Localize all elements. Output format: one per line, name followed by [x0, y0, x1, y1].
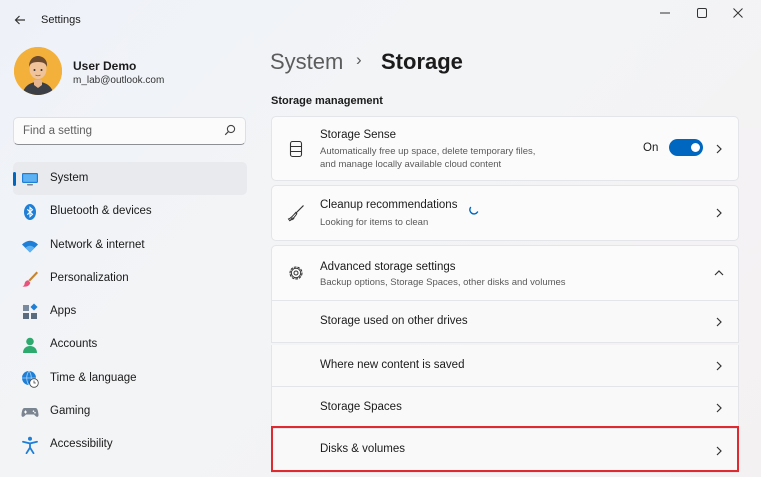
- search-input[interactable]: Find a setting: [23, 125, 92, 137]
- storage-spaces-item[interactable]: Storage Spaces: [271, 387, 739, 429]
- system-icon: [22, 173, 38, 186]
- sidebar-item-label: Network & internet: [50, 238, 145, 251]
- accessibility-icon: [22, 437, 38, 455]
- minimize-icon: [660, 12, 670, 14]
- maximize-icon: [697, 8, 707, 18]
- sidebar-item-label: Accessibility: [50, 438, 113, 451]
- storage-used-on-other-drives-item[interactable]: Storage used on other drives: [271, 301, 739, 343]
- broom-icon: [287, 205, 304, 222]
- search-icon: [224, 124, 236, 136]
- breadcrumb-separator: ›: [356, 50, 362, 69]
- sidebar-item-label: Personalization: [50, 271, 129, 284]
- sidebar-item-label: System: [50, 172, 89, 184]
- page-title: Storage: [381, 49, 463, 74]
- toggle-knob: [691, 143, 700, 152]
- sidebar-item-personalization[interactable]: Personalization: [13, 262, 247, 295]
- sidebar-item-gaming[interactable]: Gaming: [13, 395, 247, 428]
- advanced-storage-settings-card[interactable]: Advanced storage settings Backup options…: [271, 245, 739, 301]
- storage-drive-icon: [289, 140, 303, 157]
- sidebar-item-time-language[interactable]: Time & language: [13, 362, 247, 395]
- gamepad-icon: [21, 408, 39, 417]
- cleanup-desc: Looking for items to clean: [320, 217, 429, 228]
- storage-sense-card[interactable]: Storage Sense Automatically free up spac…: [271, 116, 739, 181]
- advanced-title: Advanced storage settings: [320, 261, 456, 273]
- user-email: m_lab@outlook.com: [73, 75, 165, 86]
- user-name: User Demo: [73, 59, 137, 73]
- apps-icon: [23, 303, 38, 320]
- maximize-button[interactable]: [684, 2, 720, 24]
- loading-spinner-icon: [469, 206, 479, 215]
- sidebar-item-label: Time & language: [50, 371, 137, 384]
- sidebar-item-bluetooth[interactable]: Bluetooth & devices: [13, 195, 247, 228]
- sidebar-item-label: Apps: [50, 305, 77, 318]
- brush-icon: [22, 271, 38, 287]
- breadcrumb-parent[interactable]: System: [270, 49, 343, 75]
- storage-sense-toggle[interactable]: [669, 139, 703, 156]
- list-item-label: Where new content is saved: [320, 359, 465, 371]
- back-arrow-icon: [14, 15, 25, 25]
- user-avatar-icon: [14, 47, 62, 95]
- chevron-right-icon: [716, 361, 722, 370]
- back-button[interactable]: [10, 10, 30, 30]
- minimize-button[interactable]: [647, 2, 683, 24]
- wifi-icon: [22, 240, 38, 253]
- chevron-right-icon: [716, 403, 722, 412]
- storage-sense-desc-line1: Automatically free up space, delete temp…: [320, 146, 536, 157]
- close-icon: [733, 8, 743, 18]
- sidebar-item-apps[interactable]: Apps: [13, 295, 247, 328]
- sidebar-item-accounts[interactable]: Accounts: [13, 328, 247, 361]
- toggle-state-label: On: [643, 142, 659, 154]
- storage-sense-desc-line2: and manage locally available cloud conte…: [320, 159, 502, 170]
- cleanup-recommendations-card[interactable]: Cleanup recommendations Looking for item…: [271, 185, 739, 241]
- highlight-box: [271, 426, 739, 472]
- sidebar-item-network[interactable]: Network & internet: [13, 229, 247, 262]
- list-item-label: Storage Spaces: [320, 401, 402, 413]
- gear-icon: [289, 266, 303, 280]
- settings-window: Settings User Demo m_lab@outlook.com Fin…: [0, 0, 761, 477]
- close-button[interactable]: [720, 2, 756, 24]
- accounts-icon: [23, 338, 37, 354]
- bluetooth-icon: [24, 204, 36, 221]
- sidebar-item-label: Accounts: [50, 338, 98, 351]
- chevron-right-icon: [716, 317, 722, 326]
- chevron-right-icon: [716, 144, 722, 153]
- sidebar-nav: System Bluetooth & devices Network & int…: [13, 162, 247, 462]
- avatar[interactable]: [14, 47, 62, 95]
- globe-clock-icon: [22, 370, 39, 388]
- chevron-up-icon: [714, 270, 724, 276]
- cleanup-title: Cleanup recommendations: [320, 199, 458, 211]
- sidebar-item-label: Gaming: [50, 405, 91, 418]
- sidebar-item-system[interactable]: System: [13, 162, 247, 196]
- list-item-label: Storage used on other drives: [320, 315, 468, 327]
- title-bar: Settings: [0, 0, 761, 40]
- advanced-desc: Backup options, Storage Spaces, other di…: [320, 277, 566, 288]
- sidebar-item-accessibility[interactable]: Accessibility: [13, 428, 247, 461]
- section-title: Storage management: [271, 95, 383, 107]
- where-new-content-is-saved-item[interactable]: Where new content is saved: [271, 345, 739, 387]
- chevron-right-icon: [716, 208, 722, 218]
- storage-sense-title: Storage Sense: [320, 129, 397, 141]
- sidebar-item-label: Bluetooth & devices: [50, 205, 152, 218]
- search-box[interactable]: Find a setting: [13, 117, 246, 145]
- selection-indicator: [13, 172, 16, 186]
- app-title: Settings: [41, 14, 81, 26]
